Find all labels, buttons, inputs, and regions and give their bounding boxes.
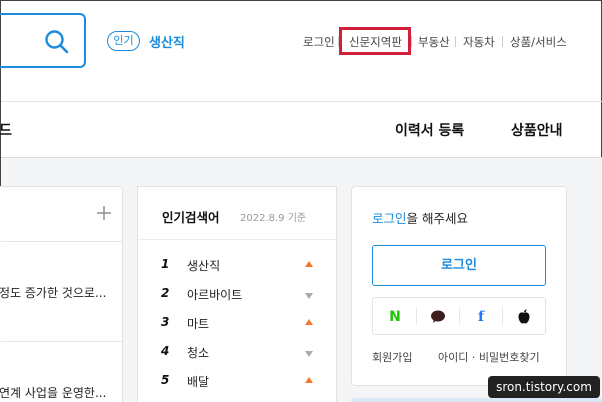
nav-products[interactable]: 상품안내 <box>511 120 563 140</box>
keyword-rank: 3 <box>161 315 170 329</box>
plus-icon[interactable] <box>97 206 111 220</box>
trend-up-icon <box>305 377 313 383</box>
keyword-rank: 5 <box>161 373 170 387</box>
social-login-row: N f <box>372 297 546 335</box>
banner-strip <box>351 398 602 402</box>
watermark: sron.tistory.com <box>488 376 600 398</box>
search-icon[interactable] <box>44 29 70 55</box>
signup-link[interactable]: 회원가입 <box>372 349 412 365</box>
social-separator <box>416 307 417 325</box>
news-divider <box>1 341 123 342</box>
link-separator <box>502 36 503 47</box>
keyword-label[interactable]: 생산직 <box>187 257 220 274</box>
social-separator <box>459 307 460 325</box>
kakao-icon[interactable] <box>428 307 448 327</box>
login-prompt-accent[interactable]: 로그인 <box>372 211 407 226</box>
search-box[interactable] <box>0 13 86 68</box>
keyword-rank: 4 <box>161 344 170 358</box>
highlight-box <box>339 27 411 55</box>
popular-search-term[interactable]: 생산직 <box>149 32 185 51</box>
facebook-icon[interactable]: f <box>471 307 491 327</box>
find-id-password-link[interactable]: 아이디 · 비밀번호찾기 <box>438 349 540 365</box>
trend-down-icon <box>305 351 313 357</box>
trend-up-icon <box>305 319 313 325</box>
popular-badge: 인기 <box>107 31 140 51</box>
keyword-label[interactable]: 아르바이트 <box>187 286 242 303</box>
trend-up-icon <box>305 261 313 267</box>
nav-item-partial[interactable]: 드 <box>0 120 12 140</box>
keyword-row[interactable]: 3 마트 <box>161 315 321 335</box>
keyword-rank: 2 <box>161 286 170 300</box>
keyword-row[interactable]: 5 배달 <box>161 373 321 393</box>
keyword-row[interactable]: 1 생산직 <box>161 257 321 277</box>
link-separator <box>455 36 456 47</box>
naver-icon[interactable]: N <box>385 307 405 327</box>
keyword-label[interactable]: 청소 <box>187 344 209 361</box>
keyword-label[interactable]: 마트 <box>187 315 209 332</box>
news-item[interactable]: 정도 증가한 것으로... <box>0 284 106 301</box>
login-button[interactable]: 로그인 <box>372 245 546 286</box>
news-item[interactable]: 연계 사업을 운영한... <box>0 384 106 401</box>
popular-keywords-date: 2022.8.9 기준 <box>240 213 307 224</box>
login-prompt-rest: 을 해주세요 <box>406 211 468 226</box>
car-link[interactable]: 자동차 <box>463 34 495 50</box>
keywords-divider <box>138 239 336 240</box>
nav-resume-register[interactable]: 이력서 등록 <box>395 120 464 140</box>
popular-keywords-title: 인기검색어 <box>162 210 220 225</box>
link-separator <box>411 36 412 47</box>
apple-icon[interactable] <box>514 307 534 327</box>
keyword-label[interactable]: 배달 <box>187 373 209 390</box>
header-divider <box>1 101 602 102</box>
login-prompt: 로그인을 해주세요 <box>372 208 468 227</box>
products-services-link[interactable]: 상품/서비스 <box>510 34 567 50</box>
real-estate-link[interactable]: 부동산 <box>418 34 450 50</box>
news-divider <box>1 241 123 242</box>
keyword-row[interactable]: 4 청소 <box>161 344 321 364</box>
trend-down-icon <box>305 293 313 299</box>
keyword-row[interactable]: 2 아르바이트 <box>161 286 321 306</box>
social-separator <box>502 307 503 325</box>
login-link[interactable]: 로그인 <box>303 34 335 50</box>
keyword-rank: 1 <box>161 257 170 271</box>
